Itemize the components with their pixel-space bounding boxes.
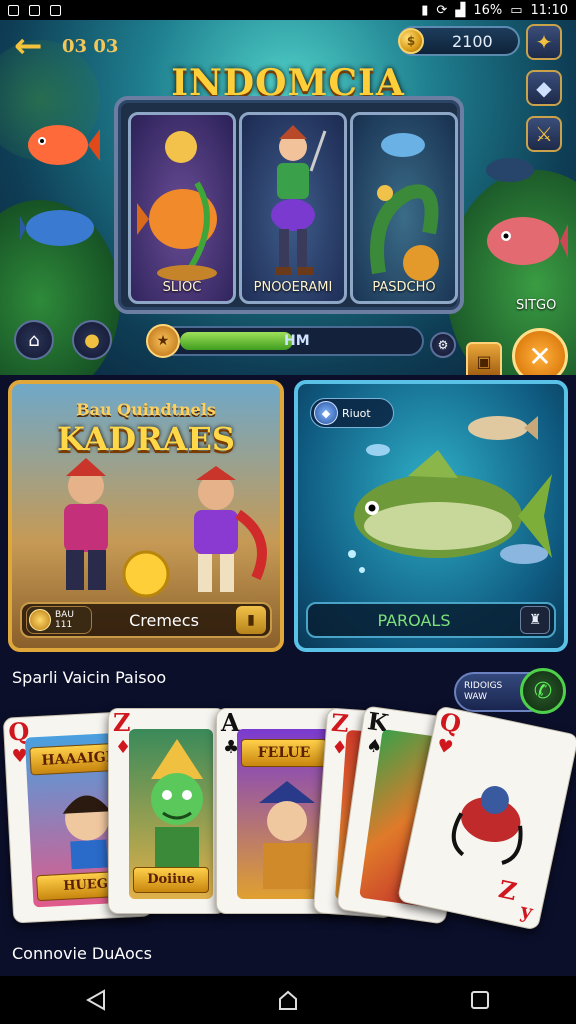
promo-left-title: KADRAES — [56, 420, 235, 458]
coin-balance[interactable]: $ 2100 — [398, 26, 520, 56]
nav-recents-button[interactable] — [456, 980, 504, 1020]
fish-character-icon — [137, 131, 217, 281]
notification-icon — [8, 4, 19, 16]
big-fish-icon — [348, 416, 552, 573]
signal-text: 16% — [473, 2, 503, 18]
nav-home-button[interactable] — [264, 980, 312, 1020]
promo-card-kadraes[interactable]: Bau Quindtnels KADRAES BAU 111 Cremecs ▮ — [8, 380, 284, 652]
status-bar: ▮ ⟳ ▟ 16% ▭ 11:10 — [0, 0, 576, 20]
chess-piece-icon: ♜ — [528, 612, 542, 628]
fish-left-icon — [28, 125, 100, 165]
warrior-character-icon — [271, 125, 327, 275]
section-title-1: Sparli Vaicin Paisoo — [12, 668, 167, 687]
nav-back-button[interactable] — [72, 980, 120, 1020]
card-ribbon-bottom: Doiiue — [133, 867, 209, 893]
sync-icon: ⟳ — [436, 2, 448, 18]
trophy-button[interactable]: ✦ — [526, 24, 562, 60]
slot-label-1: SLIOC — [162, 280, 202, 295]
back-button[interactable]: ← — [14, 29, 54, 63]
pirate-characters-icon — [64, 458, 267, 598]
fish-dark-icon — [486, 158, 534, 182]
promo-right-footer: PAROALS ♜ — [306, 602, 556, 638]
pill-line-2: WAW — [464, 692, 487, 702]
progress-star-icon: ★ — [146, 324, 180, 358]
notification-icon-3 — [50, 4, 61, 16]
gift-icon: ▣ — [476, 351, 492, 371]
signal-icon: ▟ — [455, 2, 466, 18]
promo-right-action-button[interactable]: ♜ — [520, 606, 550, 634]
slot-reel-1[interactable]: SLIOC — [128, 112, 236, 304]
sword-icon: ⚔ — [535, 122, 553, 146]
card-rank-bottom-2: y — [518, 898, 535, 925]
progress-fill — [180, 332, 293, 350]
card-rank-bottom: Z — [496, 874, 520, 907]
card-ribbon: FELUE — [241, 739, 327, 767]
level-progress: ★ HM — [146, 324, 424, 358]
coin-icon: $ — [398, 28, 424, 54]
close-icon: ✕ — [528, 339, 552, 373]
promo-left-badge: BAU 111 — [26, 606, 92, 634]
pill-line-1: RIDOIGS — [464, 681, 503, 691]
back-label: 03 03 — [62, 36, 119, 57]
fish-blue-icon — [20, 210, 94, 246]
battery-icon: ▮ — [421, 2, 429, 18]
square-recents-icon — [471, 991, 489, 1009]
promo-left-footer: BAU 111 Cremecs ▮ — [20, 602, 272, 638]
playing-card-2[interactable]: Z ♦ Doiiue — [108, 708, 226, 914]
phone-button[interactable]: ✆ — [520, 668, 566, 714]
side-label: SITGO — [516, 298, 557, 313]
card-rank: Q — [437, 706, 464, 739]
slot-label-3: PASDCHO — [372, 280, 436, 295]
promo-left-action-button[interactable]: ▮ — [236, 606, 266, 634]
promo-left-subtitle: Bau Quindtnels — [76, 400, 216, 419]
clock: 11:10 — [530, 2, 568, 18]
badge-line-1: BAU — [55, 610, 74, 620]
badge-line-2: 111 — [55, 620, 73, 630]
phone-icon: ✆ — [533, 678, 553, 704]
fish-right-icon — [487, 217, 568, 265]
slot-reel-2[interactable]: PNOOERAMI — [239, 112, 347, 304]
heart-suit-icon: ♥ — [434, 735, 455, 759]
card-artwork: Doiiue — [129, 729, 213, 899]
card-icon: ▮ — [247, 612, 255, 628]
medal-icon: ● — [84, 329, 100, 351]
coin-icon — [29, 609, 51, 631]
promo-card-paroals[interactable]: ◆ Riuot PAROALS ♜ — [294, 380, 568, 652]
slot-label-2: PNOOERAMI — [253, 280, 333, 295]
wifi-icon: ▭ — [510, 2, 523, 18]
progress-text: HM — [284, 333, 310, 349]
settings-small-button[interactable]: ⚙ — [430, 332, 456, 358]
gear-icon: ⚙ — [437, 338, 449, 352]
section-title-2: Connovie DuAocs — [12, 944, 152, 963]
hero-banner: ← 03 03 $ 2100 ✦ ◆ ⚔ INDOMCIA SLIOC PNOO… — [0, 20, 576, 375]
sword-button[interactable]: ⚔ — [526, 116, 562, 152]
eel-character-icon — [370, 133, 439, 281]
system-nav-bar — [0, 976, 576, 1024]
promo-left-label: Cremecs — [129, 610, 199, 630]
goblin-portrait-icon — [151, 739, 203, 867]
gift-button[interactable]: ▣ — [466, 342, 502, 375]
triangle-back-icon — [86, 989, 105, 1011]
home-icon — [279, 990, 297, 1010]
shop-button[interactable]: ⌂ — [14, 320, 54, 360]
notification-icon-2 — [29, 4, 40, 16]
promo-right-label: PAROALS — [377, 610, 451, 630]
slot-reel-3[interactable]: PASDCHO — [350, 112, 458, 304]
coin-value: 2100 — [452, 31, 493, 51]
shop-bag-icon: ⌂ — [28, 329, 40, 351]
close-button[interactable]: ✕ — [512, 328, 568, 375]
trophy-icon: ✦ — [535, 30, 553, 54]
slot-reels-frame: SLIOC PNOOERAMI PASDCHO — [114, 96, 464, 314]
card-rank: Z — [113, 708, 131, 737]
dragon-fish-icon — [451, 786, 523, 865]
rewards-button[interactable]: ● — [72, 320, 112, 360]
